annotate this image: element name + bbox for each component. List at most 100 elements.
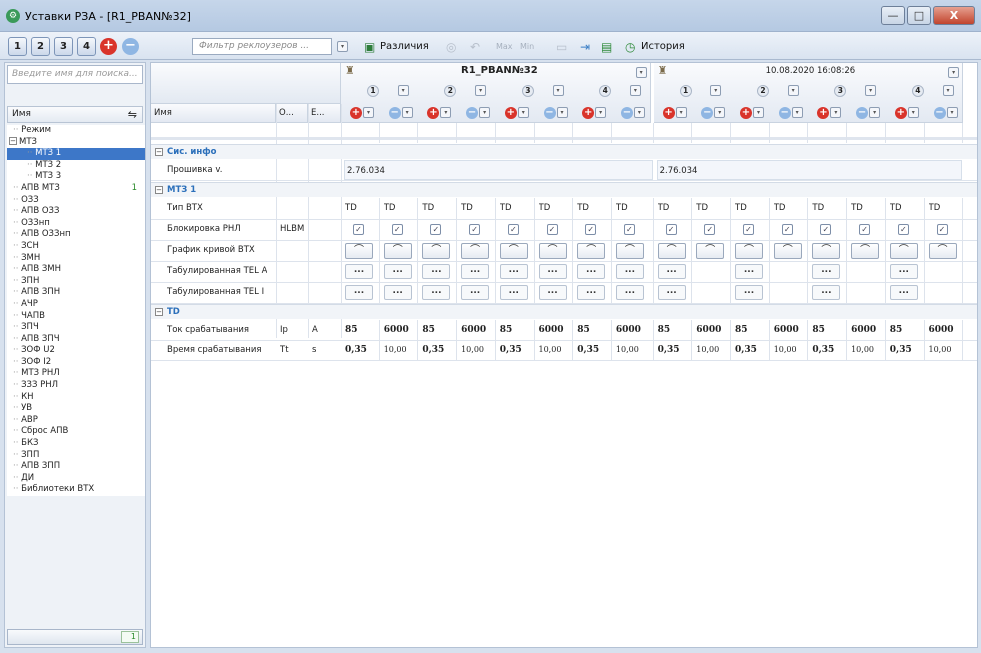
col-header-name[interactable]: Имя <box>151 104 276 123</box>
curve-chart-button[interactable]: ⌒ <box>499 243 528 259</box>
rnl-block-checkbox[interactable]: ✓ <box>507 224 519 235</box>
curve-chart-button[interactable]: ⌒ <box>851 243 880 259</box>
pickup-value[interactable]: 6000 <box>461 320 486 340</box>
trip_time-value[interactable]: 0,35 <box>812 340 834 360</box>
curve-chart-button[interactable]: ⌒ <box>735 243 763 259</box>
table-edit-button[interactable]: ... <box>499 285 528 300</box>
rnl-block-checkbox[interactable]: ✓ <box>546 224 558 235</box>
table-edit-button[interactable]: ... <box>657 264 686 279</box>
tree-item[interactable]: ·· МТЗ РНЛ <box>7 368 145 380</box>
rnl-block-checkbox[interactable]: ✓ <box>704 224 716 235</box>
add-setting-button[interactable]: + <box>662 107 675 119</box>
tree-item[interactable]: ·· АПВ МТЗ 1 <box>7 183 145 195</box>
curve-chart-button[interactable]: ⌒ <box>928 243 957 259</box>
collapse-icon[interactable]: − <box>155 308 163 316</box>
max-button[interactable]: Max <box>496 42 513 51</box>
remove-setting-button[interactable]: − <box>778 107 791 119</box>
table-edit-button[interactable]: ... <box>461 285 490 300</box>
curve-chart-button[interactable]: ⌒ <box>345 243 373 259</box>
rnl-block-checkbox[interactable]: ✓ <box>353 224 364 235</box>
undo-icon[interactable]: ↶ <box>470 40 480 54</box>
curve-chart-button[interactable]: ⌒ <box>696 243 725 259</box>
table-edit-button[interactable]: ... <box>812 264 841 279</box>
table-edit-button[interactable]: ... <box>345 285 373 300</box>
rnl-block-checkbox[interactable]: ✓ <box>897 224 909 235</box>
tree-item[interactable]: ·· АПВ ЗМН <box>7 264 145 276</box>
column-dropdown[interactable]: ▾ <box>556 107 568 118</box>
vtx-type-value[interactable]: TD <box>890 198 902 219</box>
rnl-block-checkbox[interactable]: ✓ <box>820 224 832 235</box>
rnl-block-checkbox[interactable]: ✓ <box>743 224 754 235</box>
remove-setting-button[interactable]: − <box>388 107 401 119</box>
tab-2[interactable]: 2 <box>31 37 50 56</box>
excel-icon[interactable]: ▤ <box>601 40 612 54</box>
vtx-type-value[interactable]: TD <box>422 198 434 219</box>
table-edit-button[interactable]: ... <box>889 285 918 300</box>
vtx-type-value[interactable]: TD <box>696 198 708 219</box>
table-edit-button[interactable]: ... <box>422 285 451 300</box>
table-edit-button[interactable]: ... <box>499 264 528 279</box>
remove-setting-button[interactable]: − <box>466 107 479 119</box>
trip_time-value[interactable]: 10,00 <box>461 340 484 360</box>
collapse-icon[interactable]: − <box>9 137 17 146</box>
tree-item[interactable]: ·· АПВ ОЗЗ <box>7 206 145 218</box>
table-edit-button[interactable]: ... <box>889 264 918 279</box>
column-dropdown[interactable]: ▾ <box>714 107 726 118</box>
table-edit-button[interactable]: ... <box>735 264 763 279</box>
group-dropdown[interactable]: ▾ <box>787 85 799 96</box>
tree-item[interactable]: ·· ЗМН <box>7 253 145 265</box>
group-dropdown[interactable]: ▾ <box>710 85 722 96</box>
refresh-icon[interactable]: ◎ <box>446 40 456 54</box>
tree-item[interactable]: − МТЗ <box>7 137 145 149</box>
pickup-value[interactable]: 85 <box>812 320 825 340</box>
add-setting-button[interactable]: + <box>350 107 362 119</box>
pickup-value[interactable]: 6000 <box>774 320 799 340</box>
vtx-type-value[interactable]: TD <box>616 198 628 219</box>
tree-item[interactable]: ·· ЗЗЗ РНЛ <box>7 380 145 392</box>
pickup-value[interactable]: 6000 <box>384 320 409 340</box>
pickup-value[interactable]: 6000 <box>616 320 641 340</box>
group-dropdown[interactable]: ▾ <box>397 85 409 96</box>
trip_time-value[interactable]: 10,00 <box>384 340 407 360</box>
column-dropdown[interactable]: ▾ <box>830 107 842 118</box>
tree-item[interactable]: ·· ЗОФ I2 <box>7 357 145 369</box>
tab-3[interactable]: 3 <box>54 37 73 56</box>
tree-item[interactable]: ·· ЗПЧ <box>7 322 145 334</box>
diff-button[interactable]: Различия <box>380 41 429 52</box>
filter-dropdown[interactable]: ▾ <box>337 41 348 52</box>
rnl-block-checkbox[interactable]: ✓ <box>391 224 403 235</box>
column-dropdown[interactable]: ▾ <box>363 107 374 118</box>
table-edit-button[interactable]: ... <box>577 285 606 300</box>
collapse-icon[interactable]: − <box>155 148 163 156</box>
pickup-value[interactable]: 85 <box>577 320 590 340</box>
curve-chart-button[interactable]: ⌒ <box>773 243 802 259</box>
table-edit-button[interactable]: ... <box>615 285 644 300</box>
group-dropdown[interactable]: ▾ <box>629 85 641 96</box>
filter-icon[interactable]: ⇋ <box>128 107 137 122</box>
group-dropdown[interactable]: ▾ <box>865 85 877 96</box>
vtx-type-value[interactable]: TD <box>929 198 941 219</box>
curve-chart-button[interactable]: ⌒ <box>657 243 686 259</box>
tree-header[interactable]: Имя ⇋ <box>7 106 143 123</box>
curve-chart-button[interactable]: ⌒ <box>577 243 606 259</box>
column-dropdown[interactable]: ▾ <box>675 107 687 118</box>
tree-item[interactable]: ·· ЗПП <box>7 450 145 462</box>
rnl-block-checkbox[interactable]: ✓ <box>936 224 948 235</box>
tab-1[interactable]: 1 <box>8 37 27 56</box>
remove-setting-button[interactable]: − <box>620 107 633 119</box>
table-edit-button[interactable]: ... <box>538 264 567 279</box>
tree-item[interactable]: ·· ОЗЗ <box>7 195 145 207</box>
column-dropdown[interactable]: ▾ <box>946 107 958 118</box>
add-setting-button[interactable]: + <box>894 107 907 119</box>
add-setting-button[interactable]: + <box>740 107 752 119</box>
minimize-button[interactable]: — <box>881 6 905 25</box>
pickup-value[interactable]: 6000 <box>851 320 876 340</box>
table-edit-button[interactable]: ... <box>422 264 451 279</box>
table-edit-button[interactable]: ... <box>812 285 841 300</box>
table-edit-button[interactable]: ... <box>577 264 606 279</box>
min-button[interactable]: Min <box>520 42 534 51</box>
vtx-type-value[interactable]: TD <box>735 198 747 219</box>
col-header-e[interactable]: Е... <box>308 104 341 123</box>
curve-chart-button[interactable]: ⌒ <box>615 243 644 259</box>
tree-item[interactable]: ·· АВР <box>7 415 145 427</box>
